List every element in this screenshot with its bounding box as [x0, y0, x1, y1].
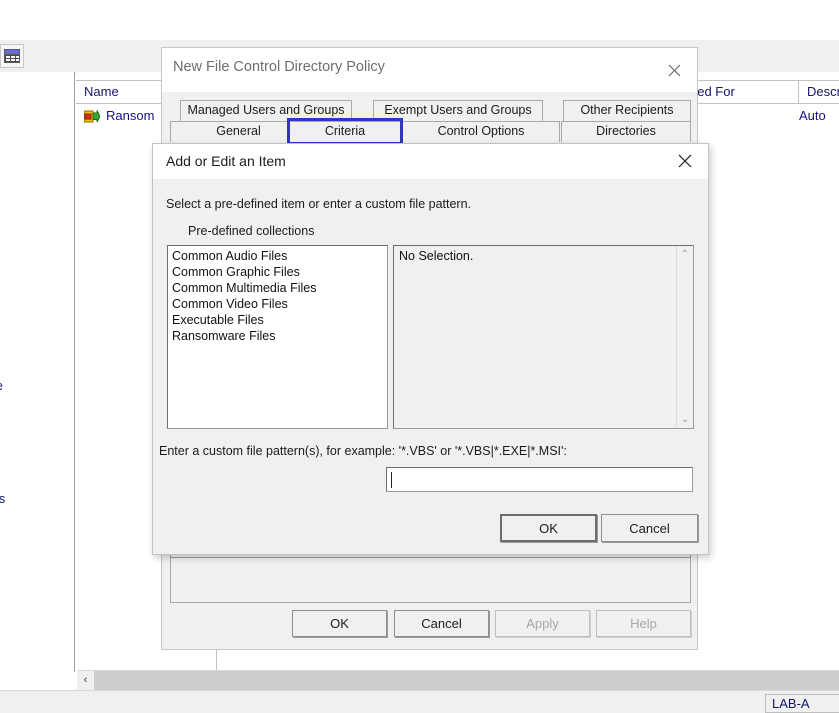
outer-cancel-button[interactable]: Cancel — [394, 610, 489, 637]
column-header-description[interactable]: Descr — [799, 81, 839, 103]
text-cursor — [391, 472, 392, 488]
tab-exempt-users-and-groups[interactable]: Exempt Users and Groups — [373, 100, 543, 121]
inner-dialog-titlebar[interactable]: Add or Edit an Item — [153, 144, 708, 179]
close-icon[interactable] — [662, 146, 708, 176]
selection-preview-scrollbar[interactable]: ⌃ ⌄ — [676, 246, 693, 428]
outer-apply-button: Apply — [495, 610, 590, 637]
toolbar-grid-button[interactable] — [0, 44, 24, 68]
pre-defined-collections-label: Pre-defined collections — [188, 224, 315, 238]
selection-preview-text: No Selection. — [399, 249, 474, 263]
screen-root: e es Name ded For Descr Ransom Auto ‹ LA… — [0, 0, 839, 713]
status-machine-name: LAB-A — [765, 694, 839, 713]
tree-item-fragment[interactable]: e — [0, 379, 3, 393]
outer-ok-button[interactable]: OK — [292, 610, 387, 637]
scroll-left-icon[interactable]: ‹ — [77, 671, 94, 690]
list-item[interactable]: Ransomware Files — [168, 328, 387, 344]
policy-icon — [84, 110, 100, 123]
list-item[interactable]: Common Audio Files — [168, 248, 387, 264]
inner-cancel-button[interactable]: Cancel — [601, 514, 698, 542]
status-bar: LAB-A — [0, 690, 839, 713]
selection-preview-panel: No Selection. ⌃ ⌄ — [393, 245, 694, 429]
add-or-edit-an-item-dialog: Add or Edit an Item Select a pre-defined… — [152, 143, 709, 555]
row-name-cell: Ransom — [106, 108, 155, 123]
outer-help-button: Help — [596, 610, 691, 637]
inner-dialog-instruction: Select a pre-defined item or enter a cus… — [166, 197, 472, 211]
custom-file-pattern-label: Enter a custom file pattern(s), for exam… — [159, 444, 567, 458]
pre-defined-collections-listbox[interactable]: Common Audio Files Common Graphic Files … — [167, 245, 388, 429]
tab-managed-users-and-groups[interactable]: Managed Users and Groups — [180, 100, 352, 121]
outer-dialog-title: New File Control Directory Policy — [173, 59, 385, 75]
tab-other-recipients[interactable]: Other Recipients — [563, 100, 691, 121]
list-item[interactable]: Common Video Files — [168, 296, 387, 312]
tab-control-options[interactable]: Control Options — [402, 121, 560, 142]
close-icon[interactable] — [651, 55, 697, 85]
row-description-cell: Auto — [799, 108, 826, 123]
scroll-up-icon[interactable]: ⌃ — [677, 246, 693, 263]
tab-directories[interactable]: Directories — [561, 121, 691, 142]
list-item[interactable]: Common Multimedia Files — [168, 280, 387, 296]
tab-criteria[interactable]: Criteria — [289, 121, 401, 142]
table-grid-icon — [4, 49, 20, 63]
list-item[interactable]: Common Graphic Files — [168, 264, 387, 280]
tab-general[interactable]: General — [170, 121, 307, 142]
outer-dialog-titlebar[interactable]: New File Control Directory Policy — [162, 48, 697, 92]
tree-item-fragment[interactable]: es — [0, 492, 5, 506]
inner-dialog-title: Add or Edit an Item — [166, 153, 286, 169]
console-tree-pane[interactable]: e es — [0, 72, 75, 672]
column-header-intended-for[interactable]: ded For — [688, 81, 799, 103]
inner-ok-button[interactable]: OK — [500, 514, 597, 542]
outer-dialog-tabstrip: Managed Users and Groups Exempt Users an… — [170, 100, 691, 145]
custom-file-pattern-input[interactable] — [386, 467, 693, 492]
list-horizontal-scrollbar[interactable]: ‹ — [77, 670, 839, 690]
scroll-down-icon[interactable]: ⌄ — [677, 411, 693, 428]
list-item[interactable]: Executable Files — [168, 312, 387, 328]
